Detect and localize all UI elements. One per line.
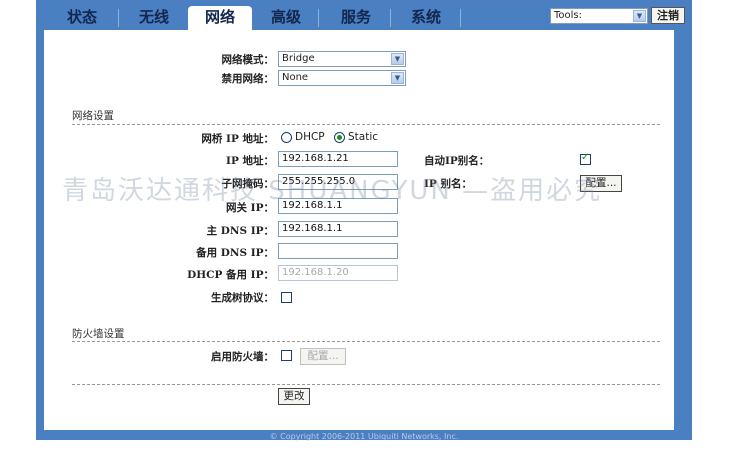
tab-wireless[interactable]: 无线 xyxy=(126,6,182,30)
primary-dns-input[interactable]: 192.168.1.1 xyxy=(278,221,398,237)
gateway-label: 网关 IP： xyxy=(226,202,274,214)
disable-network-label: 禁用网络： xyxy=(221,73,275,85)
ip-address-input[interactable]: 192.168.1.21 xyxy=(278,151,398,167)
disable-network-select[interactable]: None ▼ xyxy=(278,70,406,86)
auto-ip-alias-checkbox[interactable] xyxy=(580,152,591,165)
tab-status[interactable]: 状态 xyxy=(54,6,110,30)
dhcp-radio-label: DHCP xyxy=(295,131,325,143)
copyright-text: © Copyright 2006-2011 Ubiquiti Networks,… xyxy=(269,432,459,441)
section-divider xyxy=(72,341,660,342)
main-nav: 状态 无线 网络 高级 服务 系统 Tools: ▼ 注销 xyxy=(36,0,692,30)
section-divider xyxy=(72,124,660,125)
tab-separator xyxy=(118,9,119,27)
gateway-input[interactable]: 192.168.1.1 xyxy=(278,198,398,214)
change-button[interactable]: 更改 xyxy=(278,388,310,405)
enable-firewall-label: 启用防火墙： xyxy=(211,351,274,363)
dhcp-radio[interactable] xyxy=(281,132,292,143)
static-radio-label: Static xyxy=(348,131,379,143)
logout-button[interactable]: 注销 xyxy=(651,7,685,24)
static-radio[interactable] xyxy=(334,132,345,143)
stp-checkbox[interactable] xyxy=(281,292,292,303)
stp-label: 生成树协议： xyxy=(211,292,274,304)
auto-ip-alias-label: 自动IP别名： xyxy=(424,155,490,167)
ip-address-label: IP 地址： xyxy=(226,155,274,167)
tab-separator xyxy=(318,9,319,27)
bridge-ip-label: 网桥 IP 地址： xyxy=(201,133,274,145)
tab-advanced[interactable]: 高级 xyxy=(258,6,314,30)
netmask-input[interactable]: 255.255.255.0 xyxy=(278,174,398,190)
chevron-down-icon: ▼ xyxy=(633,10,646,22)
disable-network-value: None xyxy=(282,72,309,83)
tab-separator xyxy=(390,9,391,27)
tools-select[interactable]: Tools: ▼ xyxy=(550,8,648,24)
chevron-down-icon: ▼ xyxy=(391,72,404,84)
secondary-dns-input[interactable] xyxy=(278,243,398,259)
app-frame: 状态 无线 网络 高级 服务 系统 Tools: ▼ 注销 网络模式： Brid… xyxy=(36,0,692,441)
section-divider xyxy=(72,384,660,385)
network-mode-value: Bridge xyxy=(282,53,315,64)
netmask-label: 子网掩码： xyxy=(221,178,275,190)
tab-services[interactable]: 服务 xyxy=(326,6,386,30)
tab-network[interactable]: 网络 xyxy=(188,6,252,30)
tab-system[interactable]: 系统 xyxy=(396,6,456,30)
firewall-settings-title: 防火墙设置 xyxy=(72,328,125,340)
chevron-down-icon: ▼ xyxy=(391,53,404,65)
network-mode-select[interactable]: Bridge ▼ xyxy=(278,51,406,67)
enable-firewall-checkbox[interactable] xyxy=(281,350,292,361)
dhcp-fallback-input[interactable]: 192.168.1.20 xyxy=(278,265,398,281)
tools-select-value: Tools: xyxy=(554,10,583,21)
primary-dns-label: 主 DNS IP： xyxy=(206,225,274,237)
firewall-config-button[interactable]: 配置... xyxy=(300,348,346,365)
tab-separator xyxy=(460,9,461,27)
ip-alias-label: IP 别名： xyxy=(424,178,472,190)
secondary-dns-label: 备用 DNS IP： xyxy=(196,247,274,259)
network-mode-label: 网络模式： xyxy=(221,54,275,66)
ip-alias-config-button[interactable]: 配置... xyxy=(580,175,622,192)
network-panel: 网络模式： Bridge ▼ 禁用网络： None ▼ 网络设置 网桥 IP 地… xyxy=(44,30,674,430)
network-settings-title: 网络设置 xyxy=(72,110,114,122)
dhcp-fallback-label: DHCP 备用 IP： xyxy=(187,269,274,281)
